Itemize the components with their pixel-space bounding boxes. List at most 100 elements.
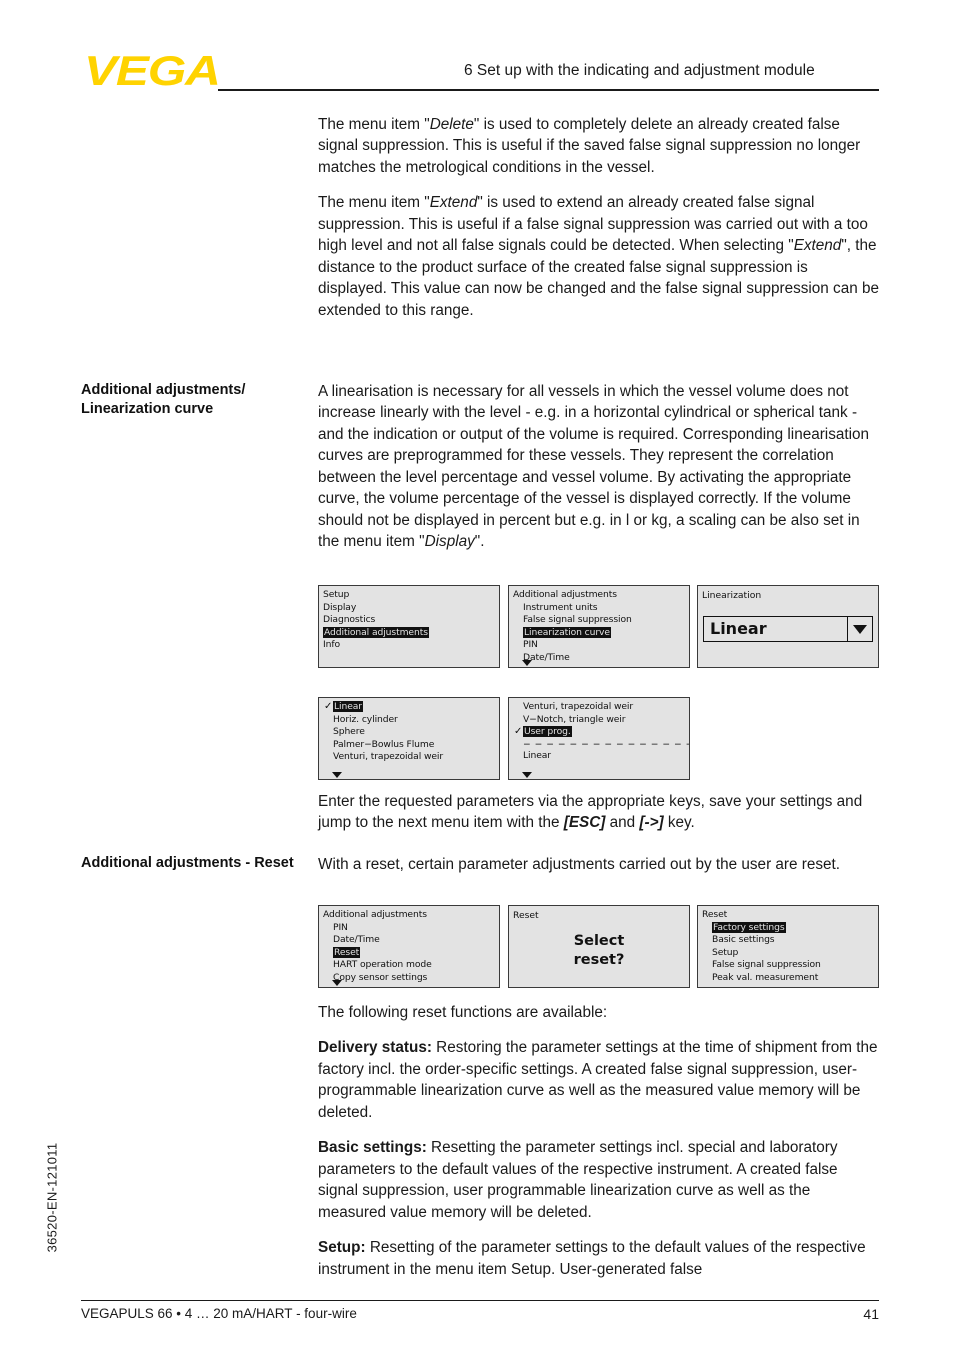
lcd-screen-linearization-dropdown: Linearization Linear (697, 585, 879, 668)
lcd-menu-item-label: PIN (523, 639, 538, 651)
lcd-menu-item[interactable]: Sphere (319, 726, 499, 739)
margin-note-reset-label: Additional adjustments - Reset (81, 855, 294, 871)
lcd-screen-linearization-curve-list-1: ✓ Linear Horiz. cylinder Sphere Palmer−Bowlu… (318, 697, 500, 780)
lcd-menu-item-label: Horiz. cylinder (333, 713, 398, 725)
lcd-menu-item[interactable]: Palmer−Bowlus Flume (319, 739, 499, 752)
reset-intro-block: With a reset, certain parameter adjustme… (318, 854, 880, 875)
linearisation-text-2: ". (474, 533, 485, 551)
setup-text: Resetting of the parameter settings to t… (318, 1239, 866, 1278)
lcd-menu-item[interactable]: PIN (319, 922, 499, 935)
reset-prompt-text: Select reset? (509, 932, 689, 969)
lcd-menu-item-label: Palmer−Bowlus Flume (333, 738, 435, 750)
lcd-menu-item-label: V−Notch, triangle weir (523, 713, 626, 725)
lcd-menu-item[interactable]: Factory settings (698, 921, 878, 935)
lcd-menu-item[interactable]: Display (319, 602, 499, 615)
delivery-status-label: Delivery status: (318, 1039, 432, 1057)
lcd-menu-item[interactable]: False signal suppression (509, 614, 689, 627)
lcd-title: Additional adjustments (513, 589, 617, 600)
chevron-down-glyph (853, 624, 867, 634)
vega-logo: VEGA (84, 47, 221, 94)
lcd-menu-item[interactable]: Copy sensor settings (319, 972, 499, 985)
chapter-title: 6 Set up with the indicating and adjustm… (464, 62, 815, 79)
lcd-menu-item[interactable]: Setup (698, 947, 878, 960)
lcd-menu-item-label: Date/Time (333, 934, 380, 946)
lcd-menu-item-label: Linearization curve (523, 626, 611, 638)
intro-text-block: The menu item "Delete" is used to comple… (318, 114, 880, 321)
lcd-menu-item[interactable]: Basic settings (698, 934, 878, 947)
lcd-menu-item-label: Linear (523, 749, 551, 761)
chevron-down-icon[interactable] (847, 617, 872, 641)
lcd-menu-item-label: False signal suppression (523, 614, 632, 626)
paragraph-reset-intro: With a reset, certain parameter adjustme… (318, 856, 841, 873)
lcd-menu-item-label: Venturi, trapezoidal weir (523, 701, 634, 712)
lcd-menu-item[interactable]: Instrument units (509, 602, 689, 615)
lcd-divider: − − − − − − − − − − − − − − − (509, 739, 689, 750)
linearisation-text-1: A linearisation is necessary for all ves… (318, 383, 870, 551)
extend-text-1: The menu item " (318, 194, 430, 212)
lcd-menu-item[interactable]: PIN (509, 639, 689, 652)
lcd-menu-item[interactable]: Linear (509, 750, 689, 763)
lcd-screen-main-menu: Setup Display Diagnostics Additional adjust… (318, 585, 500, 668)
lcd-screen-additional-adjustments-reset-menu: Additional adjustments PIN Date/Time Reset H… (318, 905, 500, 988)
lcd-menu-item[interactable]: Horiz. cylinder (319, 714, 499, 727)
lcd-menu-item-label: Linear (333, 701, 363, 712)
lcd-menu-item-label: Sphere (333, 726, 365, 738)
lcd-title: Reset (513, 910, 539, 921)
lcd-menu-item-label: Setup (712, 946, 739, 958)
lcd-screen-linearization-curve-list-2: Venturi, trapezoidal weir V−Notch, triang… (508, 697, 690, 780)
lcd-menu-item-label: Factory settings (712, 921, 786, 933)
lcd-screenshot-row-3: Additional adjustments PIN Date/Time Reset H… (318, 905, 880, 995)
lcd-menu-item-label: Additional adjustments (323, 626, 429, 638)
lcd-menu-item[interactable]: Reset (319, 946, 499, 960)
lcd-menu-item-label: Info (323, 639, 340, 651)
lcd-menu-item[interactable]: V−Notch, triangle weir (509, 714, 689, 727)
lcd-menu-item[interactable]: ✓ User prog. (509, 726, 689, 739)
lcd-menu-item[interactable]: Info (319, 639, 499, 652)
lcd-menu-item[interactable]: Additional adjustments (319, 626, 499, 640)
lcd-menu-item[interactable]: Diagnostics (319, 614, 499, 627)
lcd-title: Additional adjustments (323, 909, 427, 920)
paragraph-linearisation: A linearisation is necessary for all ves… (318, 381, 880, 553)
scroll-down-arrow-icon[interactable] (332, 980, 342, 986)
lcd-menu-item[interactable]: Linearization curve (509, 626, 689, 640)
enter-params-text-3: key. (663, 814, 695, 832)
linearisation-text-block: A linearisation is necessary for all ves… (318, 381, 880, 553)
lcd-menu-item[interactable]: Date/Time (319, 934, 499, 947)
setup-label: Setup: (318, 1239, 366, 1257)
footer-divider (81, 1300, 879, 1301)
lcd-title: Reset (702, 909, 728, 920)
margin-note-reset: Additional adjustments - Reset (81, 854, 306, 873)
lcd-menu-item-label: Basic settings (712, 934, 775, 946)
reset-functions-block: The following reset functions are availa… (318, 1002, 880, 1280)
footer-page-number: 41 (863, 1306, 879, 1322)
paragraph-setup: Setup: Resetting of the parameter settin… (318, 1237, 880, 1280)
lcd-screenshot-row-1: Setup Display Diagnostics Additional adjust… (318, 585, 880, 668)
lcd-menu-item[interactable]: Setup (319, 589, 499, 602)
lcd-menu-item-label: Peak val. measurement (712, 971, 819, 983)
linearization-select[interactable]: Linear (703, 616, 873, 642)
lcd-menu-item-label: Copy sensor settings (333, 971, 428, 983)
lcd-menu-item-label: Display (323, 601, 357, 613)
scroll-down-arrow-icon[interactable] (522, 772, 532, 778)
enter-params-text-2: and (605, 814, 640, 832)
check-icon: ✓ (324, 701, 333, 712)
lcd-menu-item-label: False signal suppression (712, 959, 821, 971)
lcd-menu-item-label: − − − − − − − − − − − − − − − (523, 738, 690, 750)
lcd-screen-reset-prompt: Reset Select reset? (508, 905, 690, 988)
lcd-menu-item[interactable]: Peak val. measurement (698, 972, 878, 985)
margin-note-linearization-label: Additional adjustments/ Linearization cu… (81, 382, 246, 417)
reset-prompt-line-1: Select (573, 933, 625, 949)
scroll-down-arrow-icon[interactable] (332, 772, 342, 778)
lcd-menu-item-label: User prog. (523, 726, 572, 738)
lcd-menu-item[interactable]: Date/Time (509, 652, 689, 665)
extend-emphasis-2: Extend (793, 237, 842, 255)
lcd-menu-item[interactable]: ✓ Linear (319, 701, 499, 714)
lcd-menu-item-label: HART operation mode (333, 959, 432, 971)
lcd-menu-item[interactable]: False signal suppression (698, 959, 878, 972)
lcd-menu-item[interactable]: HART operation mode (319, 959, 499, 972)
scroll-down-arrow-icon[interactable] (522, 660, 532, 666)
key-arrow: [->] (639, 814, 664, 832)
lcd-menu-item[interactable]: Venturi, trapezoidal weir (509, 701, 689, 714)
lcd-menu-item-label: Reset (333, 946, 361, 958)
lcd-menu-item[interactable]: Venturi, trapezoidal weir (319, 751, 499, 764)
